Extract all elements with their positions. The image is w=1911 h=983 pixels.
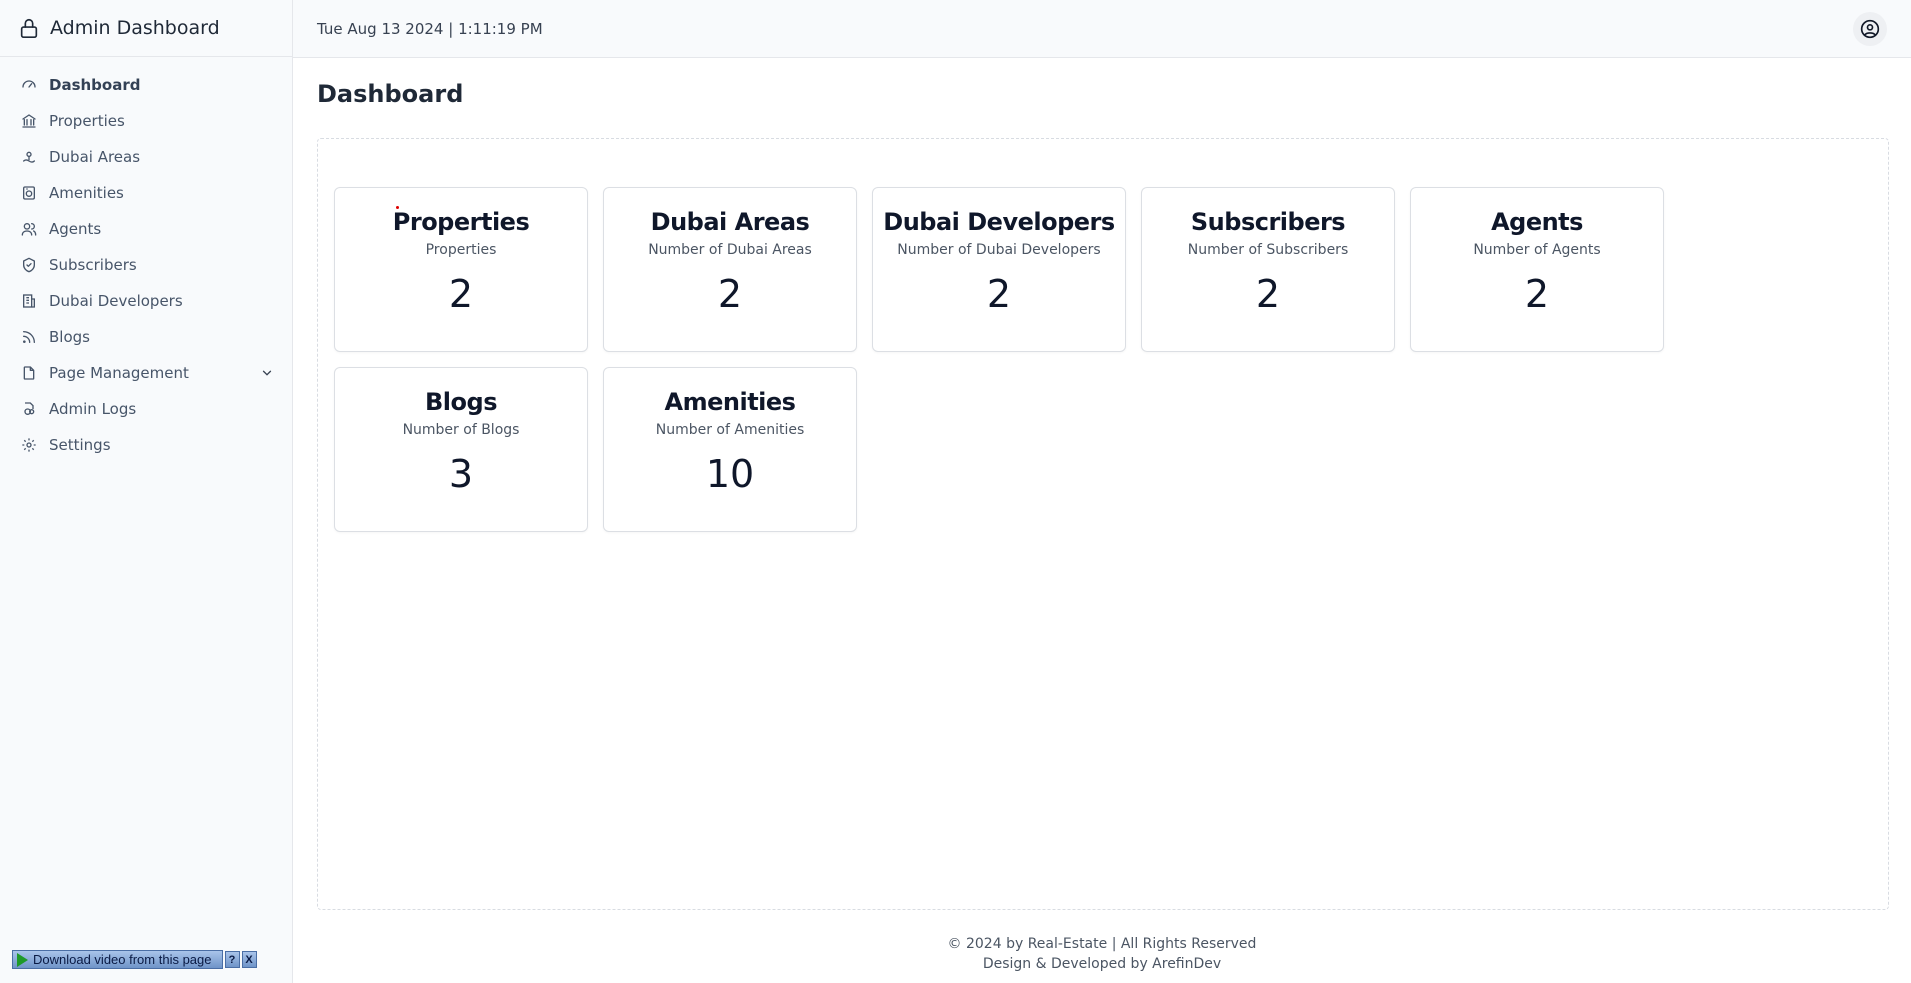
card-subtitle: Number of Dubai Developers	[897, 242, 1101, 258]
card-subtitle: Number of Amenities	[655, 422, 805, 438]
card-value: 2	[717, 272, 743, 316]
stat-card-subscribers[interactable]: Subscribers Number of Subscribers 2	[1141, 187, 1395, 352]
play-icon	[17, 952, 28, 967]
footer-copyright: © 2024 by Real-Estate | All Rights Reser…	[947, 936, 1257, 952]
stat-card-dubai-areas[interactable]: Dubai Areas Number of Dubai Areas 2	[603, 187, 857, 352]
shield-check-icon	[21, 257, 37, 273]
close-button[interactable]: X	[241, 951, 257, 968]
sidebar-item-label: Settings	[49, 436, 111, 454]
card-value: 2	[448, 272, 474, 316]
chevron-down-icon[interactable]	[260, 366, 274, 380]
gauge-icon	[21, 77, 37, 93]
card-title: Blogs	[425, 388, 497, 416]
sidebar-item-label: Dubai Areas	[49, 148, 141, 166]
card-value: 2	[986, 272, 1012, 316]
building-icon	[21, 293, 37, 309]
sidebar-item-dubai-areas[interactable]: Dubai Areas	[0, 139, 292, 175]
sidebar-item-label: Amenities	[49, 184, 124, 202]
user-menu-button[interactable]	[1853, 12, 1887, 46]
card-title: Agents	[1491, 208, 1583, 236]
stat-card-amenities[interactable]: Amenities Number of Amenities 10	[603, 367, 857, 532]
users-icon	[21, 221, 37, 237]
card-title: Properties	[392, 208, 530, 236]
sidebar-item-dashboard[interactable]: Dashboard	[0, 67, 292, 103]
amenities-icon	[21, 185, 37, 201]
sidebar-item-properties[interactable]: Properties	[0, 103, 292, 139]
sidebar-item-label: Properties	[49, 112, 125, 130]
footer: © 2024 by Real-Estate | All Rights Reser…	[293, 934, 1911, 974]
help-button[interactable]: ?	[224, 951, 240, 968]
download-video-button[interactable]: Download video from this page	[12, 950, 223, 969]
logs-icon	[21, 401, 37, 417]
sidebar-item-label: Dashboard	[49, 76, 141, 94]
sidebar-item-subscribers[interactable]: Subscribers	[0, 247, 292, 283]
sidebar: Admin Dashboard Dashboard Properties Dub…	[0, 0, 293, 983]
download-video-bar: Download video from this page ? X	[12, 950, 257, 969]
brand-title: Admin Dashboard	[50, 17, 220, 39]
sidebar-item-dubai-developers[interactable]: Dubai Developers	[0, 283, 292, 319]
cursor-marker	[396, 206, 399, 209]
rss-icon	[21, 329, 37, 345]
sidebar-item-page-management[interactable]: Page Management	[0, 355, 292, 391]
card-subtitle: Number of Blogs	[402, 422, 520, 438]
card-value: 3	[448, 452, 474, 496]
top-bar: Tue Aug 13 2024 | 1:11:19 PM	[293, 0, 1911, 58]
sidebar-item-label: Admin Logs	[49, 400, 137, 418]
sidebar-item-agents[interactable]: Agents	[0, 211, 292, 247]
stat-card-properties[interactable]: Properties Properties 2	[334, 187, 588, 352]
card-value: 2	[1524, 272, 1550, 316]
card-subtitle: Number of Subscribers	[1187, 242, 1349, 258]
lock-icon	[20, 18, 38, 38]
bank-icon	[21, 113, 37, 129]
page-title: Dashboard	[317, 80, 464, 108]
sidebar-nav: Dashboard Properties Dubai Areas Ameniti…	[0, 57, 292, 463]
sidebar-item-admin-logs[interactable]: Admin Logs	[0, 391, 292, 427]
brand[interactable]: Admin Dashboard	[0, 0, 292, 57]
current-datetime: Tue Aug 13 2024 | 1:11:19 PM	[317, 19, 543, 38]
card-title: Dubai Areas	[650, 208, 810, 236]
gear-icon	[21, 437, 37, 453]
sidebar-item-label: Blogs	[49, 328, 90, 346]
user-circle-icon	[1860, 19, 1880, 39]
card-title: Subscribers	[1190, 208, 1346, 236]
stat-card-dubai-developers[interactable]: Dubai Developers Number of Dubai Develop…	[872, 187, 1126, 352]
sidebar-item-blogs[interactable]: Blogs	[0, 319, 292, 355]
card-title: Amenities	[664, 388, 796, 416]
map-pin-icon	[21, 149, 37, 165]
card-value: 2	[1255, 272, 1281, 316]
stat-card-agents[interactable]: Agents Number of Agents 2	[1410, 187, 1664, 352]
sidebar-item-label: Dubai Developers	[49, 292, 183, 310]
sidebar-item-settings[interactable]: Settings	[0, 427, 292, 463]
sidebar-item-amenities[interactable]: Amenities	[0, 175, 292, 211]
file-icon	[21, 365, 37, 381]
stat-card-blogs[interactable]: Blogs Number of Blogs 3	[334, 367, 588, 532]
card-subtitle: Properties	[425, 242, 497, 258]
download-video-label: Download video from this page	[33, 952, 212, 967]
footer-credit: Design & Developed by ArefinDev	[982, 956, 1222, 972]
sidebar-item-label: Agents	[49, 220, 102, 238]
card-value: 10	[705, 452, 755, 496]
card-subtitle: Number of Agents	[1473, 242, 1601, 258]
sidebar-item-label: Subscribers	[49, 256, 137, 274]
card-title: Dubai Developers	[883, 208, 1115, 236]
card-subtitle: Number of Dubai Areas	[648, 242, 812, 258]
sidebar-item-label: Page Management	[49, 364, 189, 382]
